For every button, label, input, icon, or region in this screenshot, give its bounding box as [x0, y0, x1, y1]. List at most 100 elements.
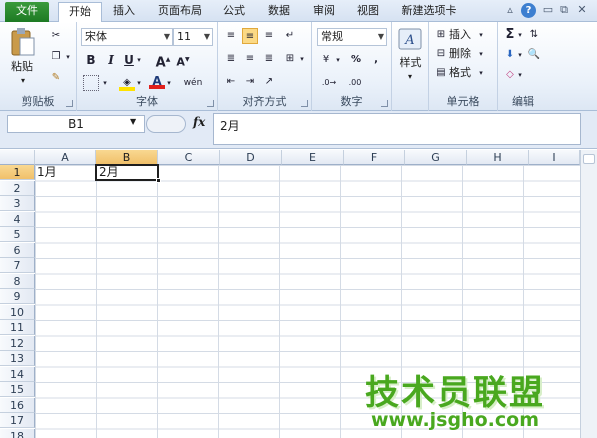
align-left-icon[interactable]: ≣	[223, 51, 239, 67]
column-header-b[interactable]: B	[96, 150, 158, 165]
paste-button[interactable]: 粘贴	[6, 60, 38, 74]
increase-decimal-icon[interactable]: .0→	[318, 75, 340, 91]
align-right-icon[interactable]: ≣	[261, 51, 277, 67]
minimize-icon[interactable]: ▭	[541, 3, 555, 18]
merge-cells-icon[interactable]: ⊞	[282, 51, 298, 67]
column-header-i[interactable]: I	[529, 150, 580, 165]
column-header-f[interactable]: F	[344, 150, 405, 165]
minimize-ribbon-icon[interactable]: ▵	[503, 3, 517, 18]
close-icon[interactable]: ✕	[575, 3, 589, 18]
currency-dropdown-icon[interactable]: ▾	[334, 52, 342, 68]
name-box[interactable]: B1	[7, 115, 145, 133]
tab-view[interactable]: 视图	[351, 2, 385, 22]
row-header[interactable]: 1	[0, 165, 35, 180]
increase-indent-icon[interactable]: ⇥	[242, 74, 258, 90]
clear-dropdown-icon[interactable]: ▾	[516, 67, 524, 83]
tab-new-tab[interactable]: 新建选项卡	[395, 2, 463, 22]
alignment-launcher-icon[interactable]	[301, 100, 308, 107]
italic-icon[interactable]: I	[103, 52, 119, 68]
comma-icon[interactable]: ,	[368, 52, 384, 68]
row-header[interactable]: 3	[0, 196, 35, 211]
font-launcher-icon[interactable]	[207, 100, 214, 107]
row-header[interactable]: 4	[0, 211, 35, 227]
format-dropdown-icon[interactable]: ▾	[477, 65, 485, 81]
cell-b1[interactable]: 2月	[95, 164, 159, 181]
delete-cells-button[interactable]: 删除	[449, 47, 477, 61]
cell-a1[interactable]: 1月	[35, 165, 96, 180]
column-header-a[interactable]: A	[35, 150, 96, 165]
paste-dropdown-icon[interactable]: ▾	[18, 74, 28, 88]
font-color-dropdown-icon[interactable]: ▾	[165, 75, 173, 91]
fill-handle[interactable]	[156, 178, 161, 183]
grow-font-icon[interactable]: A▲	[155, 52, 171, 70]
column-header-c[interactable]: C	[158, 150, 220, 165]
align-bottom-icon[interactable]: ≡	[261, 28, 277, 44]
row-header[interactable]: 11	[0, 320, 35, 335]
fill-color-icon[interactable]: ◈	[119, 75, 135, 91]
tab-home[interactable]: 开始	[58, 2, 102, 23]
column-header-g[interactable]: G	[405, 150, 467, 165]
align-middle-icon[interactable]: ≡	[242, 28, 258, 44]
number-launcher-icon[interactable]	[381, 100, 388, 107]
autosum-dropdown-icon[interactable]: ▾	[516, 27, 524, 43]
name-box-dropdown-icon[interactable]: ▼	[130, 117, 136, 126]
formula-bar-divider-handle[interactable]	[146, 115, 186, 133]
format-cells-button[interactable]: 格式	[449, 66, 477, 80]
bold-icon[interactable]: B	[83, 52, 99, 68]
copy-icon[interactable]: ❐	[48, 49, 64, 65]
row-header[interactable]: 8	[0, 273, 35, 289]
formula-input[interactable]: 2月	[213, 113, 581, 145]
styles-button[interactable]: 样式	[394, 56, 427, 70]
styles-dropdown-icon[interactable]: ▾	[405, 70, 415, 84]
number-format-select[interactable]: 常规 ▼	[317, 28, 387, 46]
row-header[interactable]: 13	[0, 351, 35, 366]
currency-icon[interactable]: ¥	[318, 52, 334, 68]
select-all-corner[interactable]	[0, 150, 35, 165]
row-header[interactable]: 2	[0, 180, 35, 196]
underline-dropdown-icon[interactable]: ▾	[135, 52, 143, 68]
tab-review[interactable]: 审阅	[307, 2, 341, 22]
row-header[interactable]: 16	[0, 397, 35, 413]
phonetic-icon[interactable]: wén	[181, 75, 205, 91]
restore-icon[interactable]: ⧉	[557, 3, 571, 18]
row-header[interactable]: 18	[0, 428, 35, 438]
row-header[interactable]: 12	[0, 335, 35, 351]
orientation-icon[interactable]: ↗	[261, 74, 277, 90]
font-size-select[interactable]: 11 ▼	[173, 28, 213, 46]
insert-function-icon[interactable]: fx	[193, 115, 205, 129]
split-box-handle[interactable]	[583, 154, 595, 164]
copy-dropdown-icon[interactable]: ▾	[64, 49, 72, 65]
paste-icon[interactable]	[10, 27, 36, 57]
find-select-icon[interactable]: 🔍	[526, 47, 542, 63]
row-header[interactable]: 15	[0, 382, 35, 397]
align-top-icon[interactable]: ≡	[223, 28, 239, 44]
percent-icon[interactable]: %	[348, 52, 364, 68]
merge-dropdown-icon[interactable]: ▾	[298, 51, 306, 67]
column-header-h[interactable]: H	[467, 150, 529, 165]
tab-data[interactable]: 数据	[262, 2, 296, 22]
cut-icon[interactable]: ✂	[48, 28, 64, 44]
tab-file[interactable]: 文件	[5, 2, 49, 22]
insert-cells-icon[interactable]: ⊞	[433, 27, 449, 43]
row-header[interactable]: 7	[0, 258, 35, 273]
help-icon[interactable]: ?	[521, 3, 536, 18]
insert-cells-button[interactable]: 插入	[449, 28, 477, 42]
wrap-text-icon[interactable]: ↵	[282, 28, 298, 44]
font-color-icon[interactable]: A	[149, 73, 165, 89]
fill-dropdown-icon[interactable]: ▾	[516, 47, 524, 63]
column-header-d[interactable]: D	[220, 150, 282, 165]
row-header[interactable]: 6	[0, 242, 35, 258]
tab-formulas[interactable]: 公式	[218, 2, 250, 22]
clipboard-launcher-icon[interactable]	[66, 100, 73, 107]
sort-filter-icon[interactable]: ⇅	[526, 27, 542, 43]
shrink-font-icon[interactable]: A▼	[175, 52, 191, 69]
delete-cells-icon[interactable]: ⊟	[433, 46, 449, 62]
format-cells-icon[interactable]: ▤	[433, 65, 449, 81]
borders-icon[interactable]	[83, 75, 99, 91]
row-header[interactable]: 17	[0, 413, 35, 428]
insert-dropdown-icon[interactable]: ▾	[477, 27, 485, 43]
borders-dropdown-icon[interactable]: ▾	[101, 75, 109, 91]
decrease-decimal-icon[interactable]: .00	[344, 75, 366, 91]
column-header-e[interactable]: E	[282, 150, 344, 165]
font-name-select[interactable]: 宋体 ▼	[81, 28, 173, 46]
